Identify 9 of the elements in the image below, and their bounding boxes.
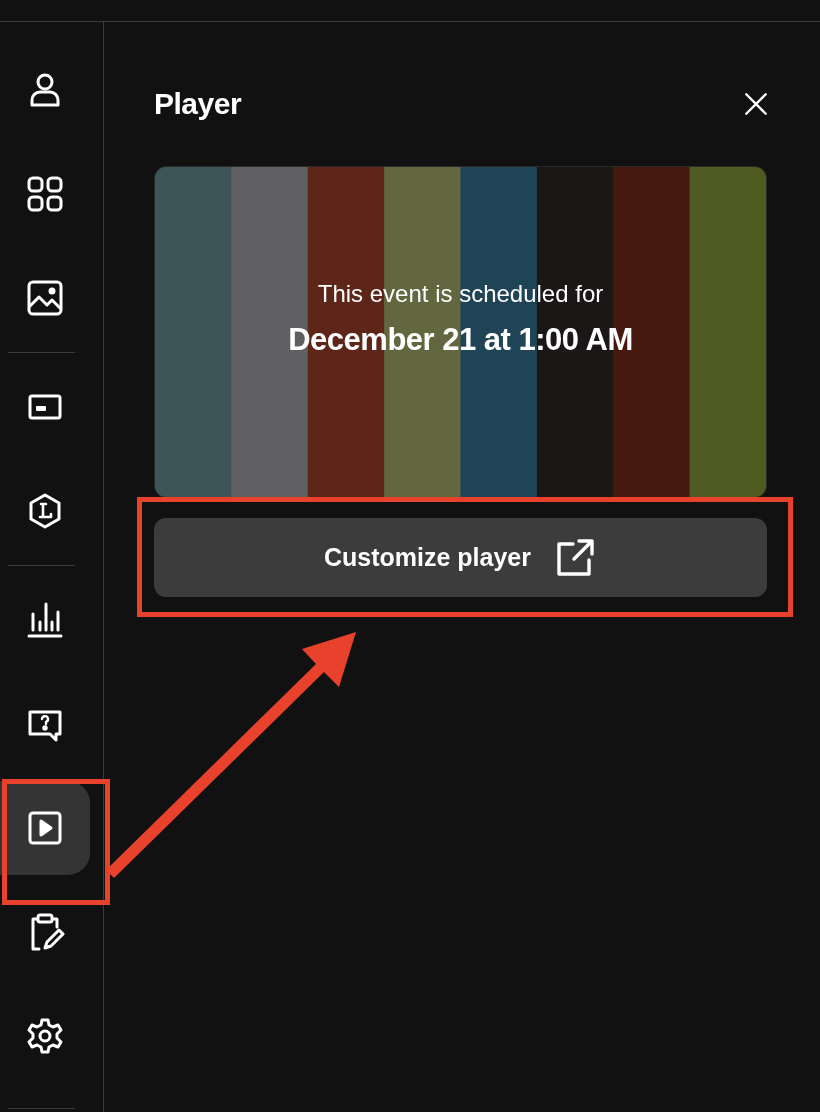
customize-player-button[interactable]: Customize player: [154, 518, 767, 597]
close-icon: [743, 91, 769, 117]
schedule-text: This event is scheduled for: [317, 280, 604, 308]
grid-icon: [25, 174, 65, 214]
bar-chart-icon: [25, 600, 65, 640]
schedule-date: December 21 at 1:00 AM: [288, 322, 633, 358]
settings-icon: [25, 1016, 65, 1056]
image-icon: [25, 278, 65, 318]
panel-title: Player: [154, 87, 242, 121]
